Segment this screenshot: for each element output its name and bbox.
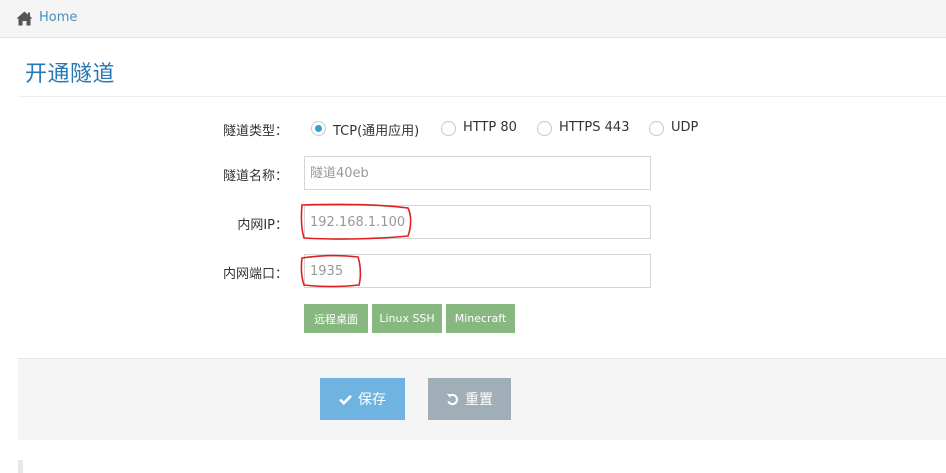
home-icon[interactable] (16, 11, 33, 26)
tunnel-name-input[interactable] (304, 156, 651, 190)
local-port-input[interactable] (304, 254, 651, 288)
check-icon (339, 394, 352, 405)
reset-button[interactable]: 重置 (428, 378, 511, 420)
breadcrumb-bar: Home (0, 0, 946, 38)
preset-minecraft-button[interactable]: Minecraft (446, 304, 515, 333)
radio-udp-circle[interactable] (649, 121, 664, 136)
bottom-edge (18, 460, 23, 473)
page-title: 开通隧道 (25, 62, 116, 87)
tunnel-name-label: 隧道名称： (222, 169, 288, 184)
radio-udp-label: UDP (671, 120, 699, 135)
save-button-label: 保存 (358, 392, 386, 408)
save-button[interactable]: 保存 (320, 378, 405, 420)
tunnel-type-label: 隧道类型： (222, 124, 288, 139)
reset-button-label: 重置 (465, 392, 493, 408)
local-port-label: 内网端口： (222, 267, 288, 282)
title-divider (18, 96, 946, 97)
radio-http-circle[interactable] (441, 121, 456, 136)
radio-https-label: HTTPS 443 (559, 120, 630, 135)
undo-icon (446, 393, 458, 405)
radio-http-label: HTTP 80 (463, 120, 517, 135)
radio-https-circle[interactable] (537, 121, 552, 136)
local-ip-input[interactable] (304, 205, 651, 239)
radio-tcp-circle[interactable] (311, 121, 326, 136)
local-ip-label: 内网IP： (237, 218, 288, 233)
radio-tcp-label: TCP(通用应用) (333, 124, 420, 139)
preset-linux-ssh-button[interactable]: Linux SSH (372, 304, 442, 333)
preset-remote-desktop-button[interactable]: 远程桌面 (304, 304, 368, 333)
home-link[interactable]: Home (39, 10, 77, 25)
